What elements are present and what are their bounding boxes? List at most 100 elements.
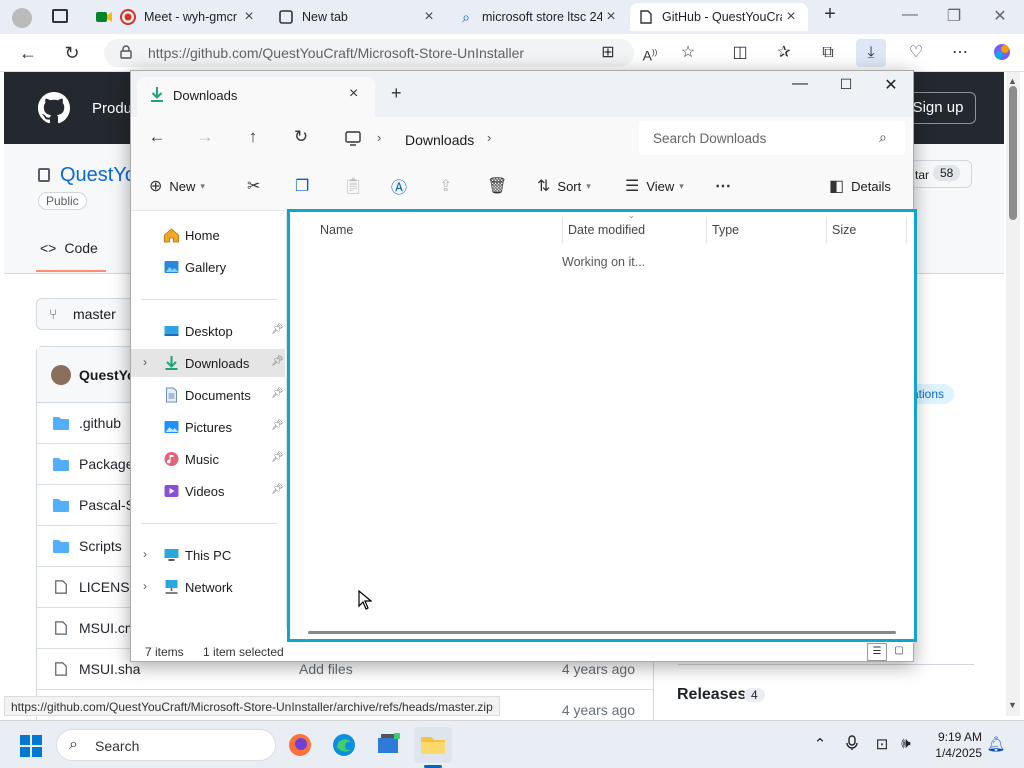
sidebar-item-home[interactable]: Home (131, 221, 285, 249)
explorer-tab-downloads[interactable]: Downloads × (137, 77, 375, 117)
tab-new-tab[interactable]: New tab × (270, 3, 446, 31)
read-aloud-icon[interactable]: A)) (638, 42, 662, 64)
file-list-view[interactable]: Name ⌄ Date modified Type Size Working o… (288, 211, 914, 643)
file-explorer-icon[interactable] (414, 727, 452, 763)
sidebar-item-documents[interactable]: Documents 📌︎ (131, 381, 285, 409)
store-app-icon[interactable] (372, 729, 404, 761)
url-field[interactable]: https://github.com/QuestYouCraft/Microso… (104, 39, 634, 67)
chevron-up-icon[interactable]: ⌃ (810, 735, 830, 753)
sidebar-item-downloads[interactable]: › Downloads 📌︎ (131, 349, 285, 377)
close-icon[interactable]: × (240, 8, 258, 26)
scroll-up-arrow[interactable]: ▲ (1008, 76, 1017, 86)
forward-button[interactable]: → (193, 127, 217, 147)
more-menu-icon[interactable]: ⋯ (948, 42, 972, 64)
favorites-icon[interactable]: ✰ (772, 42, 796, 64)
edge-icon[interactable] (328, 729, 360, 761)
chevron-right-icon[interactable]: › (143, 355, 147, 369)
file-name[interactable]: Package (79, 456, 133, 472)
page-scrollbar-thumb[interactable] (1009, 86, 1017, 220)
back-button[interactable]: ← (145, 127, 169, 147)
maximize-button[interactable]: ☐ (831, 76, 861, 93)
file-name[interactable]: Pascal-S (79, 497, 135, 513)
tab-github[interactable]: GitHub - QuestYouCraft × (630, 3, 808, 31)
minimize-button[interactable]: — (898, 6, 922, 24)
sidebar-item-videos[interactable]: Videos 📌︎ (131, 477, 285, 505)
downloads-icon[interactable]: ⤓ (856, 39, 886, 67)
horizontal-scrollbar[interactable] (308, 631, 896, 634)
restore-button[interactable]: ❐ (942, 6, 966, 26)
sidebar-item-music[interactable]: Music 📌︎ (131, 445, 285, 473)
tab-code[interactable]: <> Code (40, 240, 98, 256)
new-button[interactable]: ⊕ New ▾ (149, 175, 205, 197)
repo-name-link[interactable]: QuestYo (60, 164, 136, 187)
paste-button[interactable]: 📋︎ (343, 175, 370, 197)
chevron-right-icon[interactable]: › (487, 130, 491, 145)
close-icon[interactable]: × (420, 8, 438, 26)
refresh-button[interactable]: ↻ (60, 42, 84, 64)
column-header-date-modified[interactable]: Date modified (568, 223, 645, 237)
microphone-icon[interactable] (842, 735, 862, 755)
sidebar-item-network[interactable]: › Network (131, 573, 285, 601)
back-button[interactable]: ← (16, 42, 40, 64)
breadcrumb-downloads[interactable]: Downloads (405, 132, 474, 148)
sidebar-item-gallery[interactable]: Gallery (131, 253, 285, 281)
releases-heading[interactable]: Releases (677, 686, 746, 704)
start-button[interactable] (20, 735, 42, 757)
sidebar-item-pictures[interactable]: Pictures 📌︎ (131, 413, 285, 441)
minimize-button[interactable]: — (785, 75, 815, 93)
volume-icon[interactable]: 🕪︎ (896, 735, 916, 752)
file-name[interactable]: MSUI.cm (79, 620, 137, 636)
tiles-view-toggle[interactable]: ▢ (889, 643, 909, 661)
tab-meet[interactable]: Meet - wyh-gmcr × (88, 3, 266, 31)
details-button[interactable]: ◧ Details (829, 175, 891, 197)
share-button[interactable]: ⇪ (439, 175, 459, 197)
file-name[interactable]: .github (79, 415, 121, 431)
column-header-type[interactable]: Type (712, 223, 739, 237)
delete-button[interactable]: 🗑︎ (487, 175, 514, 197)
profile-avatar[interactable] (12, 8, 32, 28)
sidebar-item-desktop[interactable]: Desktop 📌︎ (131, 317, 285, 345)
commit-author[interactable]: QuestYo (79, 367, 136, 383)
file-name[interactable]: MSUI.sha (79, 661, 140, 677)
breadcrumb[interactable]: › Downloads › (337, 123, 627, 155)
chevron-right-icon[interactable]: › (143, 579, 147, 593)
tab-actions-icon[interactable] (52, 9, 68, 23)
scroll-down-arrow[interactable]: ▼ (1008, 700, 1017, 710)
firefox-icon[interactable] (284, 729, 316, 761)
favorite-star-icon[interactable]: ☆ (676, 42, 700, 64)
system-clock[interactable]: 9:19 AM 1/4/2025 (926, 729, 982, 761)
column-separator[interactable] (906, 217, 907, 243)
up-button[interactable]: ↑ (241, 127, 265, 147)
refresh-button[interactable]: ↻ (289, 127, 313, 147)
network-status-icon[interactable]: ⊡ (872, 735, 892, 753)
commit-message[interactable]: Add files (299, 661, 353, 677)
branch-selector[interactable]: ⑂ master (36, 298, 136, 330)
column-header-size[interactable]: Size (832, 223, 856, 237)
avatar[interactable] (51, 365, 71, 385)
collections-icon[interactable]: ⧉ (816, 42, 840, 64)
details-view-toggle[interactable]: ☰ (867, 643, 887, 661)
chevron-right-icon[interactable]: › (377, 130, 381, 145)
github-logo-icon[interactable] (38, 92, 70, 124)
column-separator[interactable] (826, 217, 827, 243)
more-options-button[interactable]: ⋯ (715, 175, 738, 197)
split-screen-icon[interactable]: ◫ (728, 42, 752, 64)
explorer-new-tab-button[interactable]: + (391, 83, 402, 104)
file-name[interactable]: Scripts (79, 538, 122, 554)
app-available-icon[interactable]: ⊞ (596, 42, 620, 64)
close-icon[interactable]: × (349, 85, 358, 103)
sidebar-item-this-pc[interactable]: › This PC (131, 541, 285, 569)
sort-button[interactable]: ⇅ Sort ▾ (537, 175, 591, 197)
taskbar-search[interactable]: ⌕ Search (56, 729, 276, 761)
column-header-name[interactable]: Name (320, 223, 353, 237)
close-icon[interactable]: × (782, 8, 800, 26)
browser-essentials-icon[interactable]: ♡ (904, 42, 928, 64)
close-button[interactable]: ✕ (988, 6, 1012, 26)
cut-button[interactable]: ✂ (247, 175, 267, 197)
explorer-search-box[interactable]: Search Downloads ⌕ (639, 121, 905, 155)
view-button[interactable]: ☰ View ▾ (625, 175, 684, 197)
product-menu[interactable]: Produ (92, 100, 132, 117)
column-separator[interactable] (706, 217, 707, 243)
close-icon[interactable]: × (602, 8, 620, 26)
chevron-right-icon[interactable]: › (143, 547, 147, 561)
